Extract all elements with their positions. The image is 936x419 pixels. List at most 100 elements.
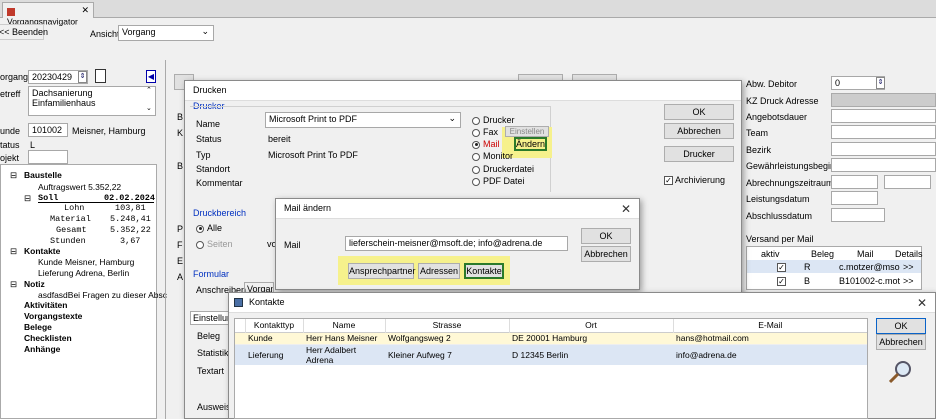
bg-label-b: B: [177, 112, 184, 122]
bg-label-f: F: [177, 240, 183, 250]
option-drucker[interactable]: Drucker: [472, 115, 515, 125]
mail-ok-button[interactable]: OK: [581, 228, 631, 244]
tree-lohn: Lohn: [64, 203, 85, 213]
option-druckerdatei[interactable]: Druckerdatei: [472, 164, 534, 174]
kontakte-abbrechen-button[interactable]: Abbrechen: [876, 334, 926, 350]
bg-label-p: P: [177, 224, 184, 234]
abschlussdatum-label: Abschlussdatum: [746, 211, 813, 221]
kunde-no-input[interactable]: 101002: [28, 123, 68, 137]
tree-toggle-icon[interactable]: ⊟: [10, 279, 17, 290]
table-row-checkbox[interactable]: ✓: [777, 276, 786, 287]
document-icon[interactable]: [95, 69, 106, 83]
table-row[interactable]: Kunde Herr Hans Meisner Wolfgangsweg 2 D…: [235, 332, 867, 344]
drucken-abbrechen-button[interactable]: Abbrechen: [664, 123, 734, 139]
einstellen-button[interactable]: Einstellen: [505, 126, 549, 137]
tree-notiz-text[interactable]: asdfasdBei Fragen zu dieser Absc: [38, 290, 167, 300]
mail-input[interactable]: lieferschein-meisner@msoft.de; info@adre…: [345, 236, 568, 251]
option-pdf[interactable]: PDF Datei: [472, 176, 525, 186]
tree-gesamt-value: 5.352,22: [110, 225, 151, 235]
cell-ort: D 12345 Berlin: [512, 349, 569, 360]
einstellung-tab[interactable]: Einstellun: [190, 311, 230, 325]
cell-name: Herr Hans Meisner: [306, 333, 378, 343]
tree-notiz[interactable]: Notiz: [24, 279, 45, 289]
betreff-input[interactable]: Dachsanierung Einfamilienhaus: [28, 86, 156, 116]
adressen-button[interactable]: Adressen: [418, 263, 460, 279]
versand-header-details: Details: [895, 249, 923, 259]
tree-kunde[interactable]: Kunde Meisner, Hamburg: [38, 257, 134, 267]
tree-checklisten[interactable]: Checklisten: [24, 333, 72, 343]
drucken-title: Drucken: [185, 81, 741, 101]
option-fax[interactable]: Fax: [472, 127, 498, 137]
kontakte-header-row: Kontakttyp Name Strasse Ort E-Mail: [235, 319, 867, 332]
spin-icon[interactable]: ⇕: [78, 71, 87, 83]
kontakte-button[interactable]: Kontakte: [464, 263, 504, 279]
tree-toggle-icon[interactable]: ⊟: [24, 193, 31, 204]
status-label: tatus: [0, 140, 20, 150]
tree-aktivitaeten[interactable]: Aktivitäten: [24, 300, 67, 310]
view-label: Ansicht: [90, 29, 120, 39]
versand-header-beleg: Beleg: [811, 249, 835, 259]
bg-label-e: E: [177, 256, 184, 266]
drucker-name-select[interactable]: Microsoft Print to PDF ⌄: [265, 112, 461, 128]
close-icon[interactable]: ✕: [81, 5, 89, 16]
abrechnung-from-input[interactable]: [831, 175, 878, 189]
option-monitor-label: Monitor: [483, 151, 514, 161]
search-icon[interactable]: [885, 358, 915, 386]
drucker-kommentar-label: Kommentar: [196, 178, 243, 188]
gewaehr-input[interactable]: [831, 158, 936, 172]
spin-icon[interactable]: ⇕: [876, 77, 885, 89]
kunde-name: Meisner, Hamburg: [72, 126, 146, 136]
leistungsdatum-input[interactable]: [831, 191, 878, 205]
option-monitor[interactable]: Monitor: [472, 151, 513, 161]
tree-toggle-icon[interactable]: ⊟: [10, 170, 17, 181]
kontakte-title: Kontakte ✕: [229, 293, 935, 313]
tree-auftragswert[interactable]: Auftragswert 5.352,22: [38, 182, 121, 192]
chevron-icon[interactable]: ⌃: [146, 86, 152, 94]
drucker-button[interactable]: Drucker: [664, 146, 734, 162]
abrechnung-to-input[interactable]: [884, 175, 931, 189]
abschlussdatum-input[interactable]: [831, 208, 885, 222]
tree-stunden: Stunden: [50, 236, 86, 246]
archivierung-checkbox[interactable]: ✓ Archivierung: [664, 175, 725, 186]
leistungsdatum-label: Leistungsdatum: [746, 194, 810, 204]
table-row-checkbox[interactable]: ✓: [777, 262, 786, 273]
mail-abbrechen-button[interactable]: Abbrechen: [581, 246, 631, 262]
header-kontakttyp: Kontakttyp: [245, 319, 304, 332]
ansprechpartner-button[interactable]: Ansprechpartner: [348, 263, 416, 279]
drucken-ok-button[interactable]: OK: [664, 104, 734, 120]
option-drucker-label: Drucker: [483, 115, 515, 125]
tree-vorgangstexte[interactable]: Vorgangstexte: [24, 311, 82, 321]
table-row-details[interactable]: >>: [903, 262, 914, 272]
bezirk-input[interactable]: [831, 142, 936, 156]
team-input[interactable]: [831, 125, 936, 139]
tree-kontakte[interactable]: Kontakte: [24, 246, 60, 256]
tree-toggle-icon[interactable]: ⊟: [10, 246, 17, 257]
tree-lieferung[interactable]: Lieferung Adrena, Berlin: [38, 268, 129, 278]
aendern-button[interactable]: Ändern: [514, 137, 547, 151]
table-row[interactable]: Lieferung Herr Adalbert Adrena Kleiner A…: [235, 344, 867, 365]
option-mail[interactable]: Mail: [472, 139, 500, 149]
angebotsdauer-input[interactable]: [831, 109, 936, 123]
bereich-alle[interactable]: Alle: [196, 223, 222, 233]
arrow-left-icon[interactable]: ◀: [146, 70, 156, 83]
bezirk-label: Bezirk: [746, 145, 772, 155]
close-icon[interactable]: ✕: [621, 202, 631, 216]
kz-druck-field[interactable]: [831, 93, 936, 107]
gewaehr-label: Gewährleistungsbeginn: [746, 161, 841, 171]
formular-group-label: Formular: [193, 269, 230, 279]
chevron-down-icon: ⌄: [448, 113, 456, 123]
tree-belege[interactable]: Belege: [24, 322, 52, 332]
kontakte-table: Kontakttyp Name Strasse Ort E-Mail Kunde…: [234, 318, 868, 419]
angebotsdauer-label: Angebotsdauer: [746, 112, 808, 122]
projekt-input[interactable]: [28, 150, 68, 164]
tree-anhaenge[interactable]: Anhänge: [24, 344, 60, 354]
table-row-details[interactable]: >>: [903, 276, 914, 286]
tab-vorgangsnavigator[interactable]: Vorgangsnavigator ✕: [2, 2, 94, 27]
beenden-button[interactable]: << Beenden: [0, 24, 48, 40]
bereich-seiten[interactable]: Seiten: [196, 239, 233, 249]
chevron-icon[interactable]: ⌄: [146, 104, 152, 112]
view-select[interactable]: Vorgang ⌄: [118, 25, 214, 41]
close-icon[interactable]: ✕: [917, 296, 927, 310]
tree-baustelle[interactable]: Baustelle: [24, 170, 62, 180]
kontakte-ok-button[interactable]: OK: [876, 318, 926, 334]
